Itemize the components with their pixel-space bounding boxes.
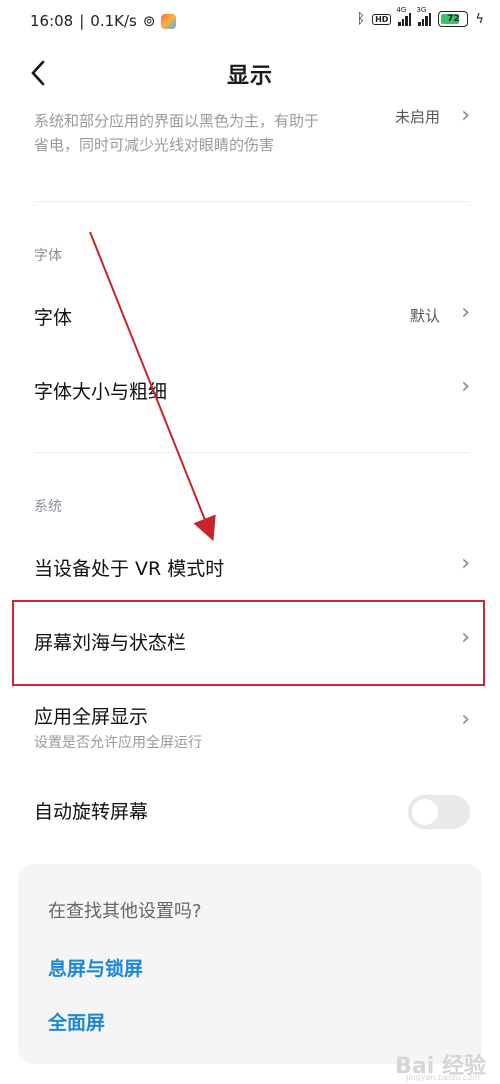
dark-mode-row[interactable]: 系统和部分应用的界面以黑色为主，有助于 省电，同时可减少光线对眼睛的伤害 未启用… [34, 103, 470, 157]
app-fullscreen-row[interactable]: 应用全屏显示 设置是否允许应用全屏运行 › [34, 702, 470, 752]
dark-mode-description-line1: 系统和部分应用的界面以黑色为主，有助于 [34, 112, 320, 130]
signal-4g-label: 4G [396, 6, 407, 14]
font-size-weight-row[interactable]: 字体大小与粗细 › [34, 374, 470, 404]
hotspot-icon: ⊚ [142, 12, 156, 30]
watermark-url: jingyan.baidu.com [406, 1073, 480, 1082]
dark-mode-value: 未启用 [394, 108, 440, 126]
suggestion-question: 在查找其他设置吗? [48, 901, 202, 922]
chevron-right-icon: › [461, 103, 470, 128]
status-network-speed: 0.1K/s [90, 12, 137, 30]
battery-level: 72 [447, 14, 460, 24]
status-sep: | [79, 12, 85, 30]
section-heading-system: 系统 [34, 499, 62, 515]
app-fullscreen-sublabel: 设置是否允许应用全屏运行 [34, 735, 202, 751]
signal-4g-icon: 4G [396, 6, 412, 26]
font-row[interactable]: 字体 默认 › [34, 300, 470, 330]
bluetooth-icon: ᛒ [356, 11, 366, 27]
suggestion-card: 在查找其他设置吗? 息屏与锁屏 全面屏 [18, 864, 482, 1064]
font-label: 字体 [34, 307, 73, 329]
chevron-right-icon: › [461, 707, 470, 732]
status-time: 16:08 [30, 12, 74, 30]
app-notification-icon [161, 13, 177, 29]
auto-rotate-row: 自动旋转屏幕 [34, 795, 470, 829]
signal-3g-icon: 3G [416, 6, 432, 26]
top-bar: 显示 [0, 44, 500, 104]
link-full-screen[interactable]: 全面屏 [48, 1008, 105, 1035]
vr-mode-row[interactable]: 当设备处于 VR 模式时 › [34, 551, 470, 581]
auto-rotate-toggle[interactable] [408, 795, 470, 829]
status-bar: 16:08 | 0.1K/s ⊚ ᛒ HD 4G 3G 72 ϟ [0, 0, 500, 44]
toggle-knob [412, 799, 438, 825]
link-screen-off-lock[interactable]: 息屏与锁屏 [48, 954, 143, 981]
battery-icon: 72 [438, 11, 469, 27]
chevron-right-icon: › [461, 374, 470, 399]
divider [34, 201, 470, 202]
divider [34, 452, 470, 453]
page-title: 显示 [226, 64, 273, 89]
vr-mode-label: 当设备处于 VR 模式时 [34, 558, 225, 580]
app-fullscreen-label: 应用全屏显示 [34, 706, 149, 728]
auto-rotate-label: 自动旋转屏幕 [34, 801, 149, 823]
font-size-weight-label: 字体大小与粗细 [34, 381, 168, 403]
hd-icon: HD [372, 13, 392, 25]
section-heading-font: 字体 [34, 248, 62, 264]
signal-3g-label: 3G [416, 6, 427, 14]
status-left: 16:08 | 0.1K/s ⊚ [30, 12, 177, 30]
font-value: 默认 [409, 307, 440, 325]
annotation-highlight-box [12, 600, 485, 686]
dark-mode-description-line2: 省电，同时可减少光线对眼睛的伤害 [34, 136, 275, 154]
charging-icon: ϟ [475, 11, 484, 27]
chevron-right-icon: › [461, 551, 470, 576]
status-right: ᛒ HD 4G 3G 72 ϟ [356, 6, 484, 27]
dark-mode-description: 系统和部分应用的界面以黑色为主，有助于 省电，同时可减少光线对眼睛的伤害 [34, 109, 374, 157]
chevron-right-icon: › [461, 300, 470, 325]
